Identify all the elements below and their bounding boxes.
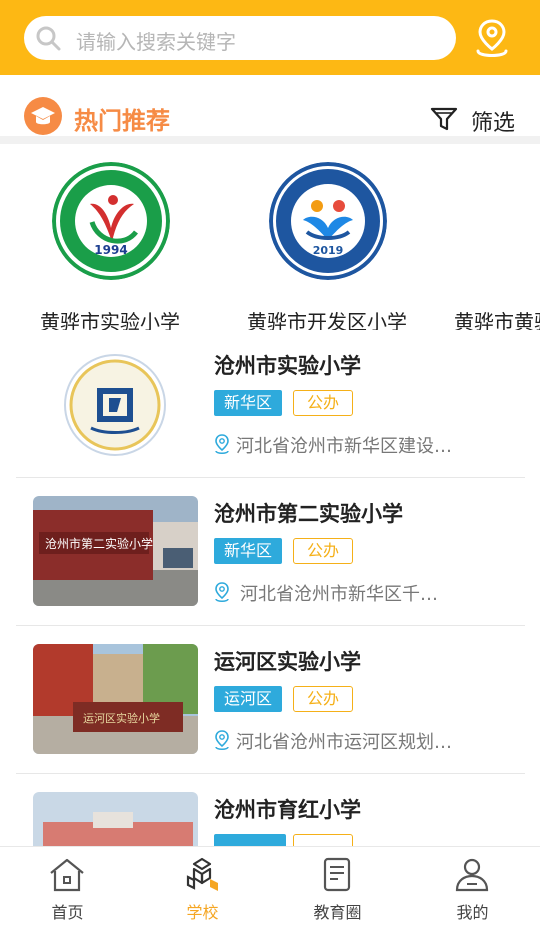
hot-school-item[interactable]: 1994 黄骅市实验小学 [10, 162, 210, 330]
school-name: 运河区实验小学 [214, 650, 361, 674]
top-bar: 请输入搜索关键字 [0, 0, 540, 75]
school-name: 沧州市实验小学 [214, 354, 361, 378]
hot-school-item[interactable]: 黄骅市黄骅镇小学 [444, 162, 540, 330]
tab-home[interactable]: 首页 [0, 847, 135, 925]
svg-text:沧州市第二实验小学: 沧州市第二实验小学 [45, 536, 153, 551]
section-title: 热门推荐 [74, 107, 170, 135]
search-icon [36, 26, 61, 51]
list-item[interactable]: 沧州市实验小学 新华区 公办 河北省沧州市新华区建设… [0, 330, 540, 478]
location-icon[interactable] [472, 17, 512, 59]
pin-icon [215, 730, 229, 750]
school-name: 沧州市第二实验小学 [214, 502, 403, 526]
profile-icon [455, 858, 489, 892]
tab-label: 首页 [51, 903, 84, 922]
filter-icon [430, 107, 458, 131]
tab-label: 学校 [186, 903, 219, 922]
district-tag: 新华区 [214, 538, 283, 564]
pin-icon [215, 582, 229, 602]
logo-year: 2019 [313, 244, 344, 257]
bottom-tab-bar: 首页 学校 教育圈 我的 [0, 846, 540, 924]
school-thumbnail [33, 348, 198, 458]
district-tag: 运河区 [214, 686, 283, 712]
type-tag: 公办 [293, 538, 353, 564]
list-item[interactable]: 沧州市第二实验小学 沧州市第二实验小学 新华区 公办 河北省沧州市新华区千… [0, 478, 540, 626]
school-logo [488, 164, 540, 278]
tab-label: 我的 [456, 903, 489, 922]
list-item[interactable]: 运河区实验小学 运河区实验小学 运河区 公办 河北省沧州市运河区规划… [0, 626, 540, 774]
school-address: 河北省沧州市新华区千… [240, 584, 438, 605]
svg-text:运河区实验小学: 运河区实验小学 [83, 711, 160, 725]
school-icon [186, 857, 218, 891]
hot-school-carousel[interactable]: 1994 黄骅市实验小学 2019 黄骅市开发区小学 黄骅市黄骅镇小学 [0, 144, 540, 330]
type-tag: 公办 [293, 686, 353, 712]
tab-label: 教育圈 [313, 903, 362, 922]
school-name: 沧州市育红小学 [214, 798, 361, 822]
search-box[interactable]: 请输入搜索关键字 [24, 16, 456, 60]
pin-icon [215, 434, 229, 454]
tab-profile[interactable]: 我的 [405, 847, 540, 925]
hot-school-name: 黄骅市开发区小学 [247, 310, 407, 330]
school-logo: 1994 [52, 162, 170, 280]
document-icon [323, 857, 351, 892]
graduation-cap-icon [24, 97, 62, 135]
school-logo: 2019 [269, 162, 387, 280]
home-icon [50, 858, 84, 892]
hot-school-name: 黄骅市黄骅镇小学 [454, 310, 540, 330]
school-address: 河北省沧州市新华区建设… [236, 436, 452, 457]
hot-school-item[interactable]: 2019 黄骅市开发区小学 [227, 162, 427, 330]
filter-label: 筛选 [471, 111, 516, 136]
tab-school[interactable]: 学校 [135, 847, 270, 925]
school-address: 河北省沧州市运河区规划… [236, 732, 452, 753]
tab-education-circle[interactable]: 教育圈 [270, 847, 405, 925]
logo-year: 1994 [94, 243, 127, 257]
section-divider [0, 136, 540, 144]
section-header: 热门推荐 筛选 [0, 75, 540, 137]
filter-button[interactable]: 筛选 [430, 103, 530, 136]
school-thumbnail: 沧州市第二实验小学 [33, 496, 198, 606]
search-input[interactable]: 请输入搜索关键字 [76, 26, 236, 55]
school-thumbnail: 运河区实验小学 [33, 644, 198, 754]
hot-school-name: 黄骅市实验小学 [40, 310, 180, 330]
type-tag: 公办 [293, 390, 353, 416]
district-tag: 新华区 [214, 390, 283, 416]
